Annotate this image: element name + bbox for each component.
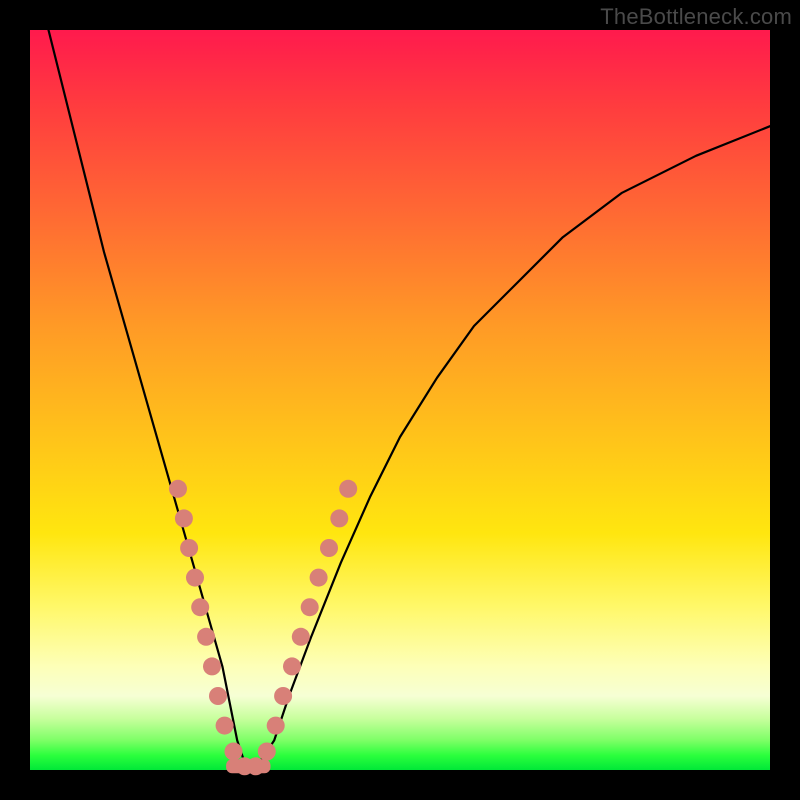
- highlight-dot: [267, 717, 285, 735]
- highlight-dot: [258, 743, 276, 761]
- highlight-dot: [180, 539, 198, 557]
- highlight-dot: [191, 598, 209, 616]
- highlight-dot: [274, 687, 292, 705]
- highlight-dot: [330, 509, 348, 527]
- highlight-dot: [225, 743, 243, 761]
- watermark-text: TheBottleneck.com: [600, 4, 792, 30]
- highlight-dot: [197, 628, 215, 646]
- curve-bottom-bar: [226, 759, 270, 773]
- highlight-dot: [216, 717, 234, 735]
- highlight-dot: [283, 657, 301, 675]
- highlight-dot: [320, 539, 338, 557]
- highlight-dot: [186, 569, 204, 587]
- curve-svg: [30, 30, 770, 770]
- chart-frame: TheBottleneck.com: [0, 0, 800, 800]
- highlight-dot: [203, 657, 221, 675]
- highlight-dot: [339, 480, 357, 498]
- highlight-dot: [209, 687, 227, 705]
- highlight-dot: [301, 598, 319, 616]
- highlight-dot: [169, 480, 187, 498]
- highlight-dot: [310, 569, 328, 587]
- bottleneck-curve: [30, 0, 770, 770]
- highlight-dot: [292, 628, 310, 646]
- highlight-dots: [169, 480, 357, 776]
- highlight-dot: [175, 509, 193, 527]
